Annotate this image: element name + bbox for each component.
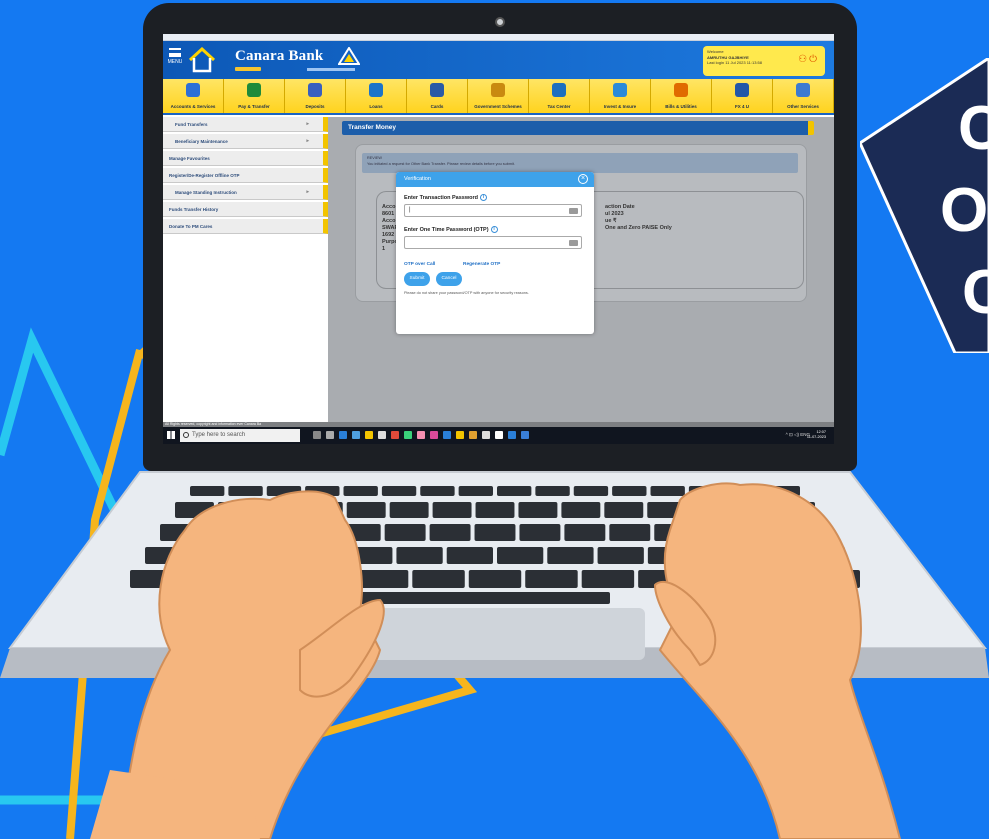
right-hand [658, 482, 902, 839]
typing-hands [90, 482, 902, 839]
